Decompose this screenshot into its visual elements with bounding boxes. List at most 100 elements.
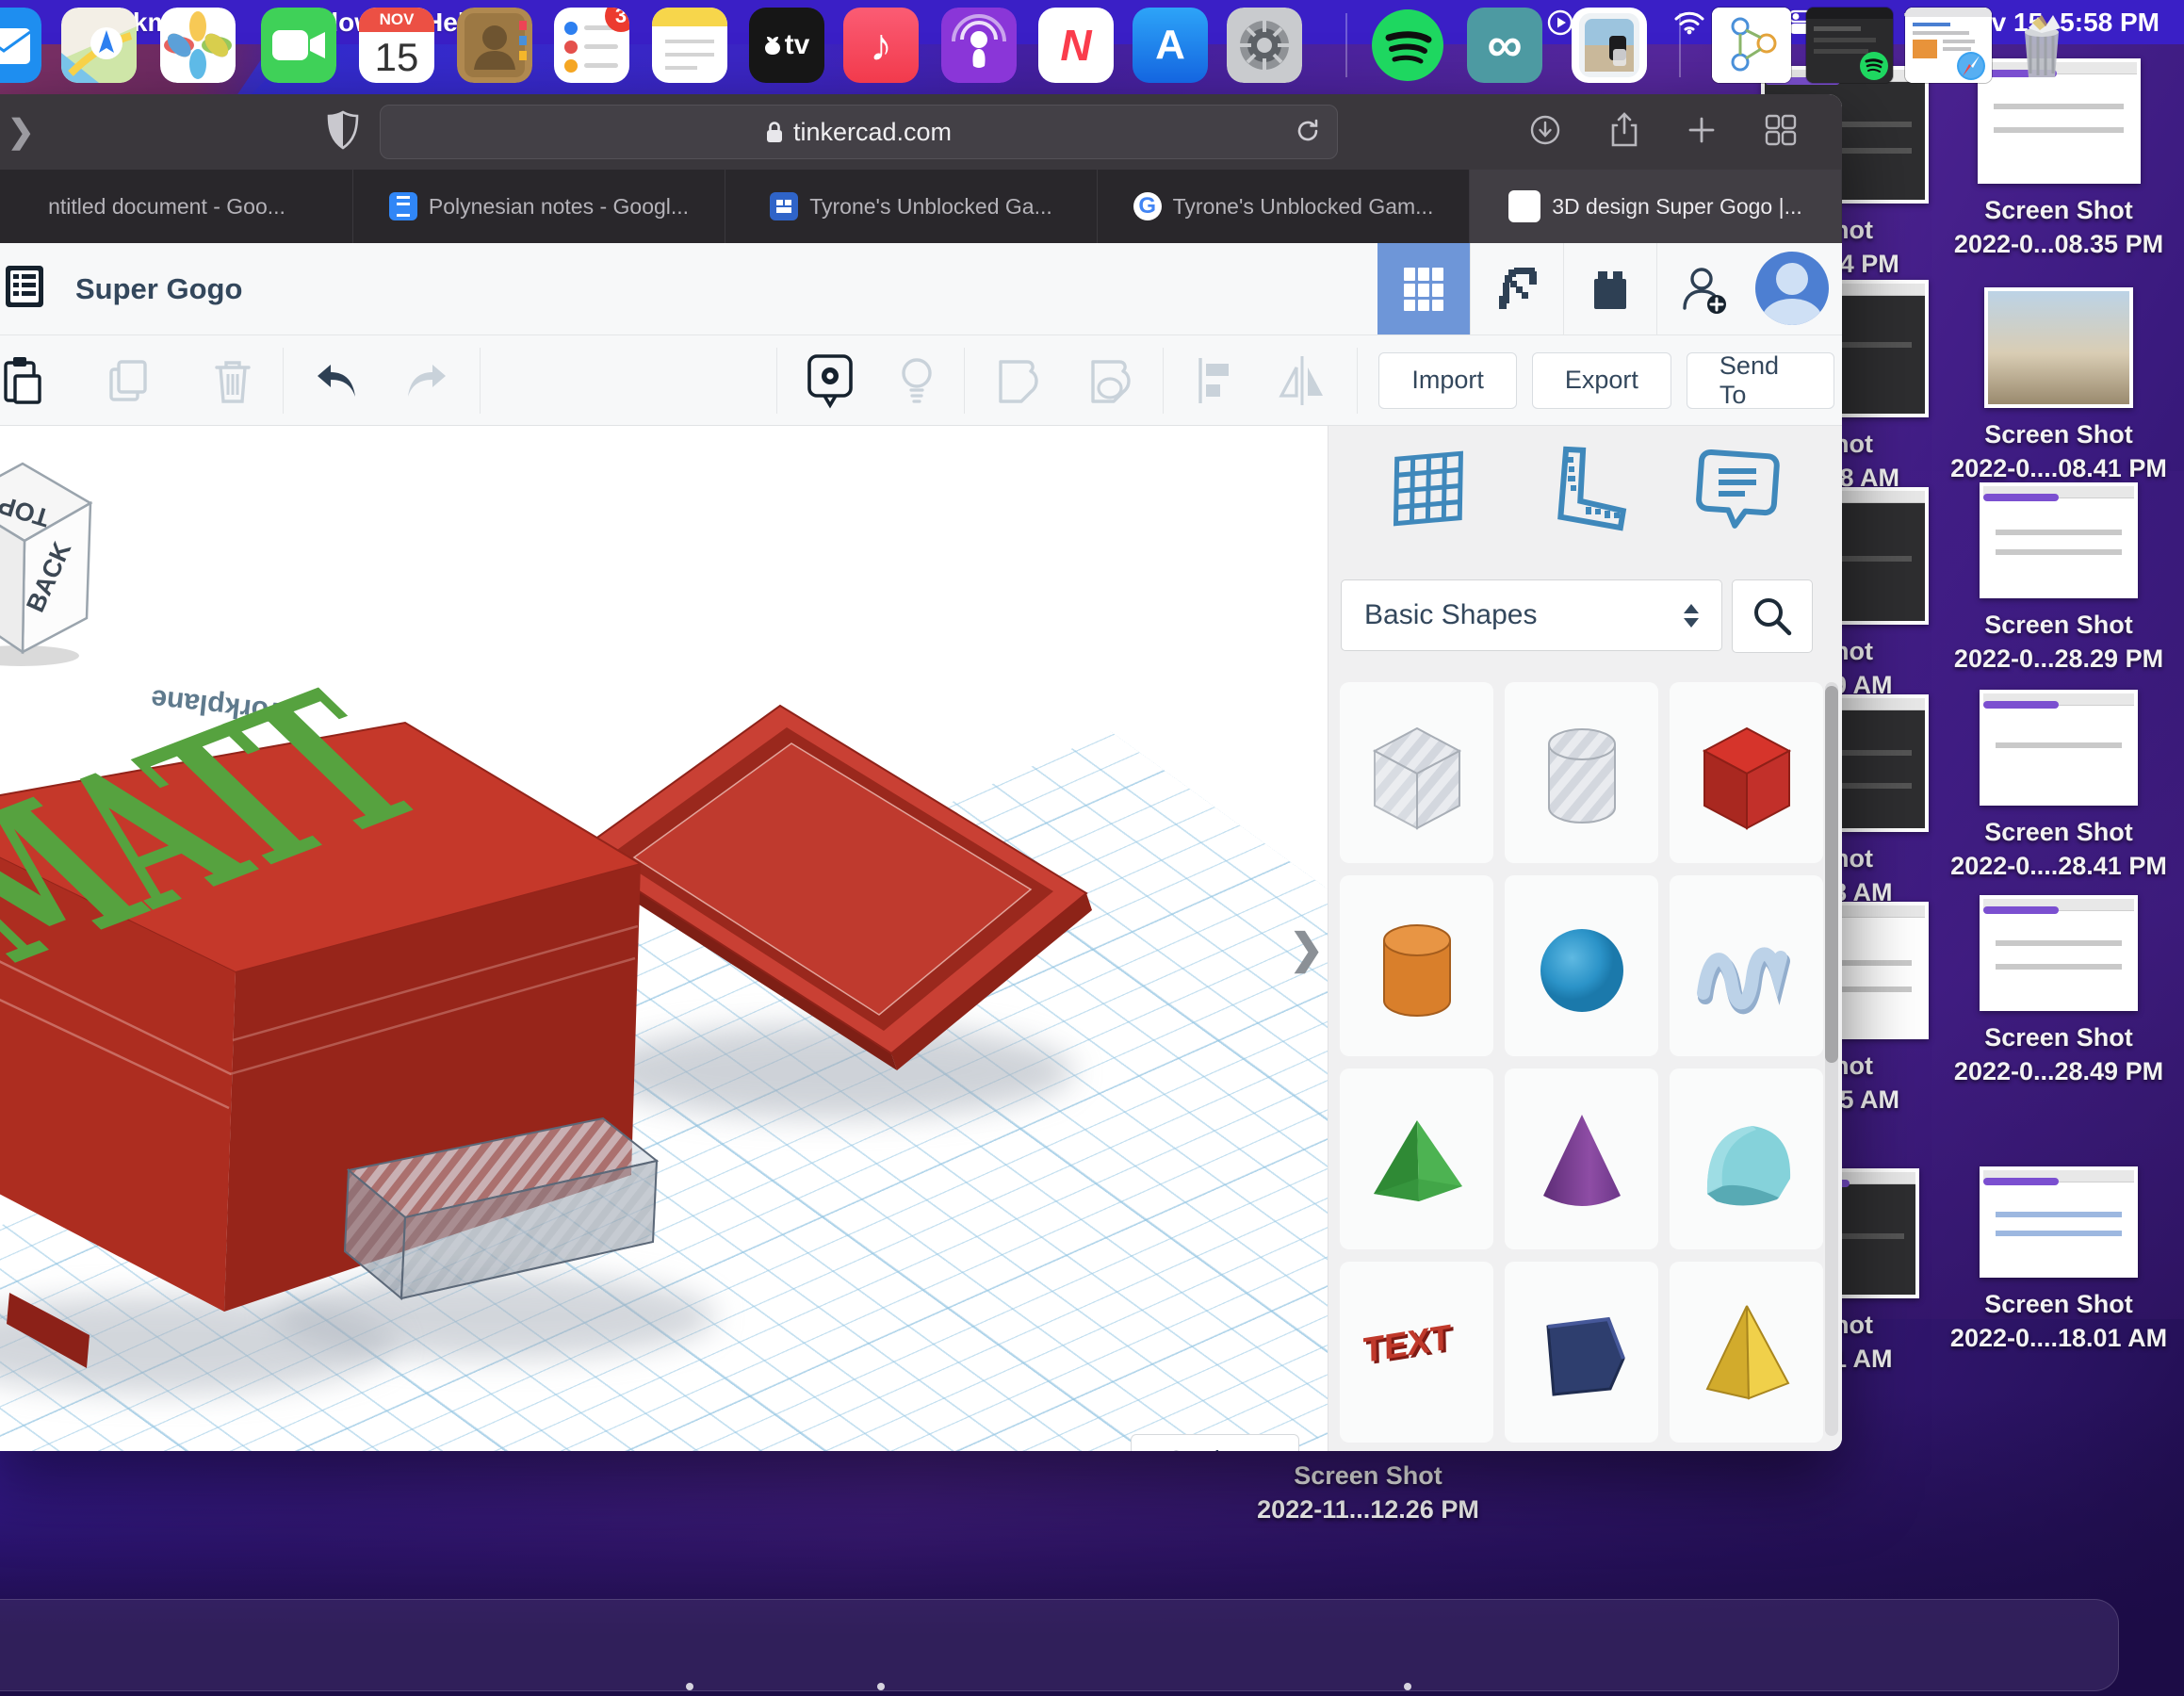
dock-maps-icon[interactable] [61, 8, 137, 83]
reload-icon[interactable] [1294, 117, 1322, 152]
downloads-icon[interactable] [1529, 114, 1561, 151]
desktop-icon[interactable]: Screen Shot 2022-0...28.49 PM [1889, 895, 2184, 1089]
dock-music-icon[interactable]: ♪ [843, 8, 919, 83]
shape-cylinder[interactable] [1505, 682, 1658, 863]
ruler-tool-icon[interactable] [1540, 443, 1630, 538]
shape-pyramid[interactable] [1670, 1262, 1823, 1443]
align-icon[interactable] [1191, 354, 1236, 407]
dock-mail-icon[interactable] [0, 8, 41, 83]
dock-minimized-window-spotify[interactable] [1806, 8, 1893, 83]
shape-polygon[interactable] [1505, 1262, 1658, 1443]
shape-round-roof[interactable] [1670, 1068, 1823, 1249]
send-to-button[interactable]: Send To [1687, 352, 1834, 409]
running-indicator-dot [1404, 1683, 1411, 1690]
shape-cone[interactable] [1505, 1068, 1658, 1249]
dock-trash-icon[interactable] [2004, 8, 2079, 83]
copy-icon[interactable] [106, 356, 155, 405]
panel-scrollbar-thumb[interactable] [1825, 686, 1838, 1063]
mirror-icon[interactable] [1276, 354, 1328, 407]
lock-icon [765, 120, 784, 144]
new-tab-icon[interactable] [1687, 116, 1716, 149]
import-button[interactable]: Import [1378, 352, 1517, 409]
delete-icon[interactable] [211, 356, 254, 405]
tab-tinkercad-active[interactable]: 3D design Super Gogo |... [1470, 170, 1842, 243]
dock-news-icon[interactable]: N [1038, 8, 1114, 83]
screen-record-icon[interactable] [1546, 8, 1574, 37]
site-icon [770, 192, 798, 220]
desktop-icon-label: 2022-0....08.41 PM [1889, 451, 2184, 485]
redo-icon[interactable] [402, 359, 451, 402]
dock-photo-widget-icon[interactable] [1572, 8, 1647, 83]
url-text: tinkercad.com [793, 118, 952, 147]
lightbulb-icon[interactable] [898, 354, 936, 407]
undo-icon[interactable] [312, 359, 361, 402]
desktop-icon[interactable]: Screen Shot 2022-0....18.01 AM [1889, 1166, 2184, 1356]
shape-red-box[interactable] [1670, 682, 1823, 863]
dock-notes-icon[interactable] [652, 8, 727, 83]
dock-photos-icon[interactable] [160, 8, 236, 83]
minecraft-pickaxe-button[interactable] [1470, 243, 1563, 334]
tab-tyrones-unblocked-2[interactable]: G Tyrone's Unblocked Gam... [1098, 170, 1470, 243]
lego-brick-button[interactable] [1563, 243, 1656, 334]
shape-box[interactable] [1340, 682, 1493, 863]
red-tray-shape[interactable] [578, 706, 1092, 1070]
dock-appletv-icon[interactable]: tv [749, 8, 824, 83]
user-avatar[interactable] [1755, 252, 1829, 325]
export-button[interactable]: Export [1532, 352, 1671, 409]
forward-icon[interactable]: ❯ [8, 113, 35, 151]
tab-untitled-document[interactable]: ntitled document - Goo... [0, 170, 353, 243]
privacy-shield-icon[interactable] [327, 110, 359, 155]
desktop-icon[interactable]: Screen Shot 2022-0....28.41 PM [1889, 690, 2184, 884]
appletv-label: tv [785, 29, 810, 61]
dock-contacts-icon[interactable] [457, 8, 532, 83]
settings-label: Settings [1167, 1445, 1263, 1452]
search-icon [1752, 595, 1793, 637]
shape-search-button[interactable] [1732, 579, 1813, 653]
shape-category-select[interactable]: Basic Shapes [1341, 579, 1722, 651]
shape-text[interactable]: TEXTTEXT [1340, 1262, 1493, 1443]
desktop-icon[interactable]: Screen Shot 2022-0...08.35 PM [1889, 58, 2184, 262]
tab-polynesian-notes[interactable]: Polynesian notes - Googl... [353, 170, 725, 243]
paste-icon[interactable] [2, 355, 43, 406]
dock-divider [1679, 13, 1681, 77]
workplane-tool-icon[interactable] [1388, 443, 1478, 538]
shape-orange-cylinder[interactable] [1340, 875, 1493, 1056]
dock-minimized-window-safari[interactable] [1905, 8, 1992, 83]
settings-button[interactable]: Settings [1131, 1434, 1299, 1451]
panel-collapse-icon[interactable]: ❯ [1289, 925, 1324, 973]
notes-tool-icon[interactable] [1692, 443, 1783, 538]
design-menu-icon[interactable] [0, 262, 49, 316]
tab-label: 3D design Super Gogo |... [1552, 194, 1802, 220]
share-icon[interactable] [1610, 112, 1638, 153]
show-all-icon[interactable] [806, 352, 855, 409]
shape-sphere[interactable] [1505, 875, 1658, 1056]
desktop-icon[interactable]: Screen Shot 2022-11...12.26 PM [1198, 1459, 1538, 1527]
desktop-icon[interactable]: Screen Shot 2022-0...28.29 PM [1889, 482, 2184, 677]
tab-overview-icon[interactable] [1765, 114, 1797, 151]
dock-calendar-icon[interactable]: NOV 15 [359, 8, 434, 83]
group-icon[interactable] [993, 354, 1042, 407]
tab-tyrones-unblocked-1[interactable]: Tyrone's Unblocked Ga... [725, 170, 1098, 243]
blocks-view-button[interactable] [1377, 243, 1470, 334]
desktop-icon[interactable]: Screen Shot 2022-0....08.41 PM [1889, 287, 2184, 486]
dock-appstore-icon[interactable]: A [1133, 8, 1208, 83]
3d-viewport[interactable]: Workplane TOP BACK T [0, 426, 1328, 1451]
dock-facetime-icon[interactable] [261, 8, 336, 83]
design-title[interactable]: Super Gogo [75, 272, 242, 306]
add-collaborator-button[interactable] [1656, 243, 1750, 334]
ungroup-icon[interactable] [1085, 354, 1134, 407]
dock-podcasts-icon[interactable] [941, 8, 1017, 83]
url-bar[interactable]: tinkercad.com [380, 105, 1338, 159]
desktop-icon-label: Screen Shot [1889, 815, 2184, 849]
dock-system-settings-icon[interactable] [1227, 8, 1302, 83]
desktop-icon-label: 2022-0....28.41 PM [1889, 849, 2184, 883]
dock-spotify-icon[interactable] [1370, 8, 1445, 83]
news-glyph: N [1060, 20, 1091, 71]
shape-scribble[interactable] [1670, 875, 1823, 1056]
dock-minimized-window-diagram[interactable] [1712, 8, 1791, 83]
dock-arduino-icon[interactable]: ∞ [1467, 8, 1542, 83]
dock-reminders-icon[interactable]: 3 [554, 8, 629, 83]
tinkercad-toolbar: Import Export Send To [0, 335, 1842, 426]
3d-scene[interactable]: MATT [0, 426, 1328, 1451]
shape-roof[interactable] [1340, 1068, 1493, 1249]
